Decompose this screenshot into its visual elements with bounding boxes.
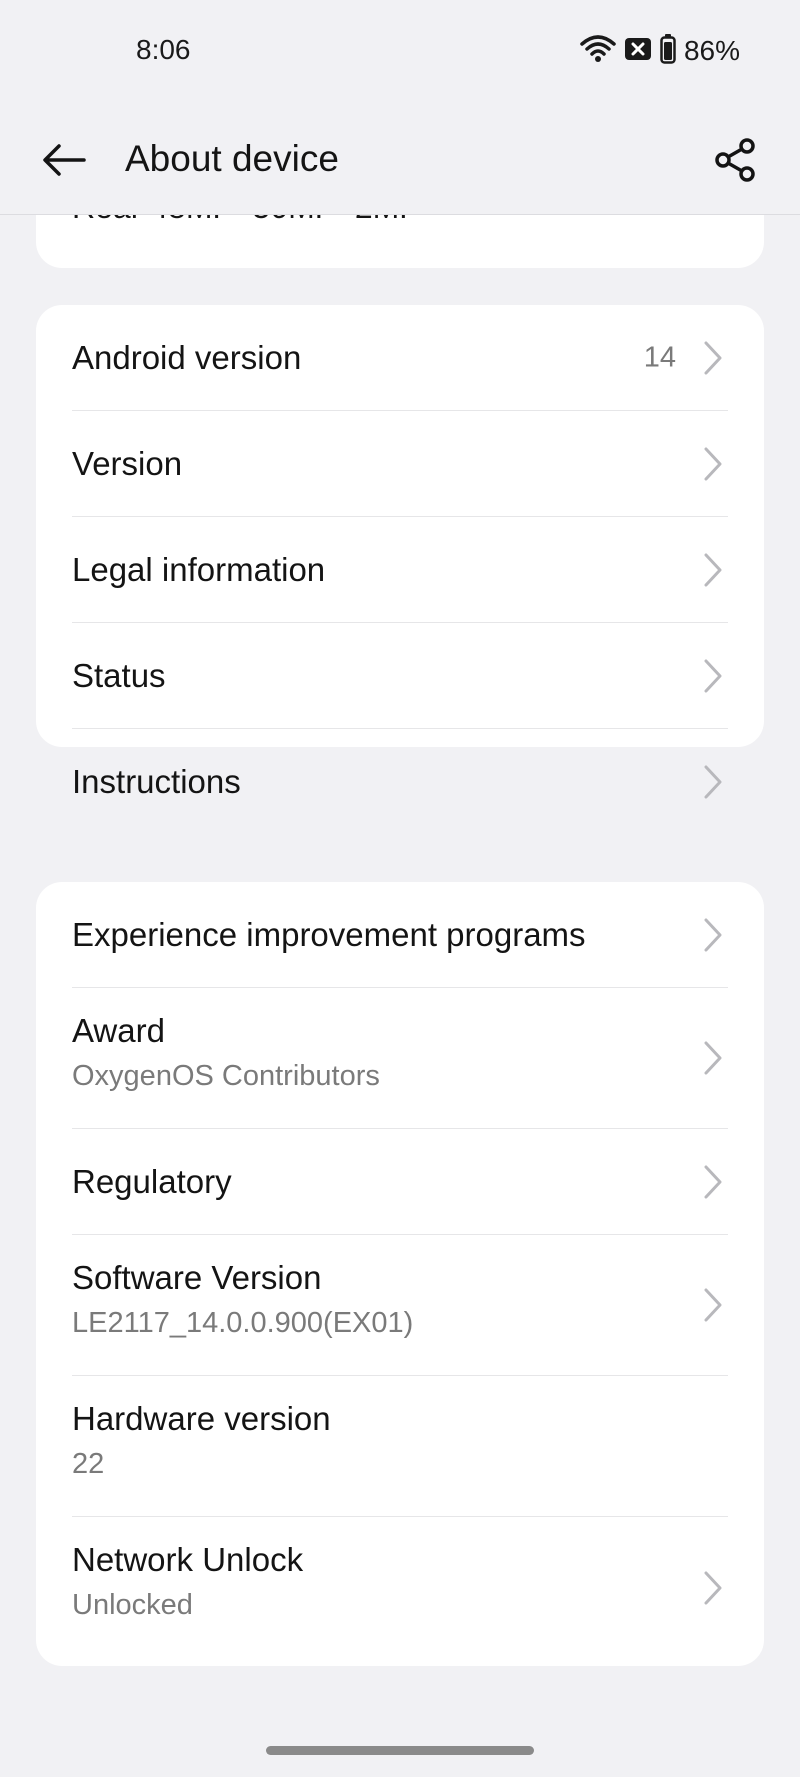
- row-subtitle: LE2117_14.0.0.900(EX01): [72, 1307, 414, 1339]
- row-label: Legal information: [72, 551, 326, 588]
- row-label: Award: [72, 1012, 165, 1049]
- camera-spec-text: Rear 48MP+50MP+2MP: [72, 215, 421, 226]
- software-version-row[interactable]: Software Version LE2117_14.0.0.900(EX01): [72, 1235, 728, 1376]
- app-header: About device: [0, 100, 800, 215]
- chevron-right-icon: [704, 1571, 722, 1604]
- row-label: Regulatory: [72, 1163, 232, 1200]
- regulatory-row[interactable]: Regulatory: [72, 1129, 728, 1235]
- row-label: Software Version: [72, 1259, 322, 1296]
- share-icon: [715, 138, 755, 182]
- battery-icon: [660, 33, 676, 69]
- instructions-row[interactable]: Instructions: [72, 729, 728, 835]
- home-indicator[interactable]: [266, 1746, 534, 1755]
- back-arrow-icon: [43, 144, 86, 176]
- settings-list[interactable]: Rear 48MP+50MP+2MP Android version 14 Ve…: [0, 215, 800, 1777]
- row-label: Android version: [72, 339, 302, 376]
- chevron-right-icon: [704, 1165, 722, 1198]
- chevron-right-icon: [704, 659, 722, 692]
- row-label: Experience improvement programs: [72, 916, 586, 953]
- row-subtitle: OxygenOS Contributors: [72, 1060, 380, 1092]
- chevron-right-icon: [704, 918, 722, 951]
- chevron-right-icon: [704, 765, 722, 799]
- row-label: Instructions: [72, 763, 241, 800]
- award-row[interactable]: Award OxygenOS Contributors: [72, 988, 728, 1129]
- share-button[interactable]: [714, 138, 758, 182]
- chevron-right-icon: [704, 447, 722, 480]
- row-label: Network Unlock: [72, 1541, 304, 1578]
- chevron-right-icon: [704, 553, 722, 586]
- no-sim-icon: [624, 36, 652, 67]
- row-subtitle: Unlocked: [72, 1589, 193, 1621]
- hardware-version-row: Hardware version 22: [72, 1376, 728, 1517]
- chevron-right-icon: [704, 1288, 722, 1322]
- status-row[interactable]: Status: [72, 623, 728, 729]
- android-version-row[interactable]: Android version 14: [72, 305, 728, 411]
- battery-percent: 86%: [683, 35, 740, 66]
- row-subtitle: 22: [72, 1448, 105, 1480]
- back-button[interactable]: [40, 140, 88, 180]
- version-row[interactable]: Version: [72, 411, 728, 517]
- row-label: Status: [72, 657, 166, 694]
- device-details-card: Experience improvement programs Award Ox…: [36, 882, 764, 1666]
- screen: 8:06 86% About device Android version 14…: [0, 0, 800, 1777]
- status-bar: 8:06 86%: [0, 0, 800, 100]
- experience-improvement-row[interactable]: Experience improvement programs: [72, 882, 728, 988]
- android-version-value: 14: [643, 341, 676, 373]
- row-label: Version: [72, 445, 183, 482]
- system-info-card: Android version 14 Version Legal informa…: [36, 305, 764, 800]
- camera-card: Rear 48MP+50MP+2MP: [36, 215, 764, 268]
- page-title: About device: [125, 138, 339, 179]
- network-unlock-row[interactable]: Network Unlock Unlocked: [72, 1517, 728, 1658]
- chevron-right-icon: [704, 341, 722, 374]
- legal-information-row[interactable]: Legal information: [72, 517, 728, 623]
- chevron-right-icon: [704, 1041, 722, 1075]
- wifi-icon: [580, 34, 616, 69]
- status-time: 8:06: [136, 34, 191, 65]
- status-icons: 86%: [580, 33, 740, 69]
- row-label: Hardware version: [72, 1400, 331, 1437]
